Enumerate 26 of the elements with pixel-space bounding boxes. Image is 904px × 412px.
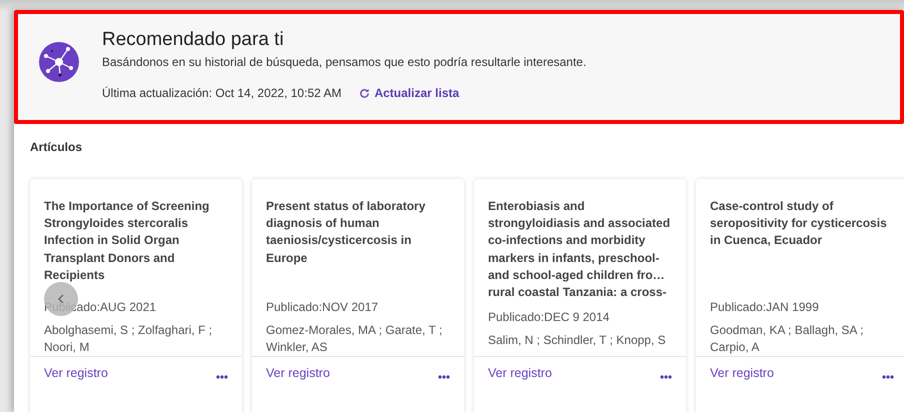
section-title: Artículos xyxy=(30,140,84,154)
article-title[interactable]: Enterobiasis and strongyloidiasis and associated co-infections and morbidity markers in infants, preschool- and school-aged children fro… rural coastal Tanzania: a cross- xyxy=(488,198,672,301)
refresh-list-link[interactable]: Actualizar lista xyxy=(374,86,460,100)
more-options-icon[interactable] xyxy=(660,375,672,379)
authors-text: Goodman, KA ; Ballagh, SA ; Carpio, A xyxy=(710,322,864,356)
authors-text: Abolghasemi, S ; Zolfaghari, F ; Noori, M xyxy=(44,322,214,356)
view-record-link[interactable]: Ver registro xyxy=(266,366,330,380)
more-options-icon[interactable] xyxy=(216,375,228,379)
authors-text: Salim, N ; Schindler, T ; Knopp, S xyxy=(488,332,667,349)
publication-date: Publicado:NOV 2017 xyxy=(266,300,380,314)
view-record-link[interactable]: Ver registro xyxy=(44,366,108,380)
more-options-icon[interactable] xyxy=(882,375,894,379)
publication-date: Publicado:JAN 1999 xyxy=(710,300,820,314)
refresh-icon[interactable] xyxy=(359,88,370,98)
last-updated-text: Última actualización: Oct 14, 2022, 10:52 AM xyxy=(102,86,342,100)
article-title[interactable]: Case-control study of seropositivity for cysticercosis in Cuenca, Ecuador xyxy=(710,198,894,291)
view-record-link[interactable]: Ver registro xyxy=(488,366,552,380)
description-text: Basándonos en su historial de búsqueda, pensamos que esto podría resultarle interesante. xyxy=(102,55,586,69)
section-heading: Recomendado para ti xyxy=(102,28,285,52)
more-options-icon[interactable] xyxy=(438,375,450,379)
article-title[interactable]: Present status of laboratory diagnosis of human taeniosis/cysticercosis in Europe xyxy=(266,198,450,291)
view-record-link[interactable]: Ver registro xyxy=(710,366,774,380)
publication-date: Publicado:DEC 9 2014 xyxy=(488,310,610,324)
authors-text: Gomez-Morales, MA ; Garate, T ; Winkler, AS xyxy=(266,322,444,356)
network-icon xyxy=(38,41,80,83)
article-title[interactable]: The Importance of Screening Strongyloides stercoralis Infection in Solid Organ Transplant Donors and Recipients xyxy=(44,198,228,291)
